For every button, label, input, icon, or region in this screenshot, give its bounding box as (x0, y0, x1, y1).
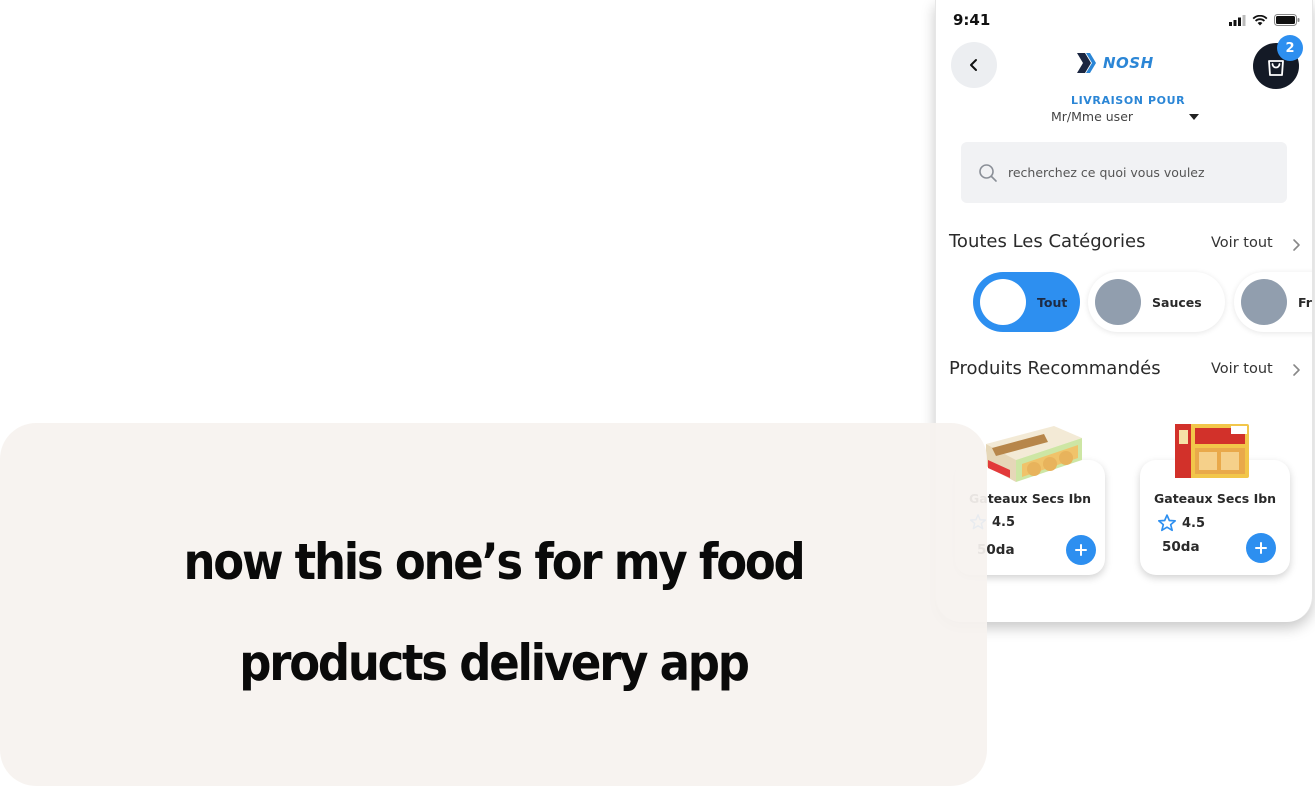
search-input[interactable] (1008, 165, 1268, 180)
category-label: Tout (1037, 294, 1068, 310)
product-name: Gateaux Secs Ibn (1154, 491, 1277, 506)
phone-screen: 9:41 NOSH 2 LIVRAISON POUR Mr/Mme user r… (935, 0, 1313, 622)
logo-text: NOSH (1103, 54, 1154, 72)
categories-see-all-link[interactable]: Voir tout (1211, 235, 1273, 251)
caption-text: now this one’s for my food products deli… (183, 533, 805, 692)
app-logo: NOSH (1076, 52, 1154, 74)
battery-icon (1274, 14, 1300, 26)
plus-icon (1075, 544, 1087, 556)
product-name: Gateaux Secs Ibn (969, 491, 1092, 506)
delivery-label: LIVRAISON POUR (1071, 94, 1186, 107)
category-chip-fr[interactable]: Fr (1234, 272, 1312, 332)
product-image (986, 426, 1082, 482)
plus-icon (1255, 542, 1267, 554)
category-chip-sauces[interactable]: Sauces (1088, 272, 1225, 332)
category-label: Fr (1298, 294, 1312, 310)
recommended-title: Produits Recommandés (949, 358, 1161, 379)
logo-mark-icon (1077, 53, 1096, 73)
chevron-left-icon (970, 59, 977, 71)
rating-value: 4.5 (992, 514, 1016, 530)
star-icon (1158, 514, 1176, 532)
recommended-see-all-link[interactable]: Voir tout (1211, 361, 1273, 377)
cart-count-badge: 2 (1277, 35, 1303, 61)
product-price: 50da (1162, 539, 1200, 555)
add-to-cart-button[interactable] (1246, 533, 1276, 563)
product-image (1175, 424, 1249, 478)
add-to-cart-button[interactable] (1066, 535, 1096, 565)
search-icon (978, 163, 998, 183)
wifi-icon (1252, 14, 1268, 25)
categories-title: Toutes Les Catégories (949, 231, 1146, 252)
product-rating: 4.5 (1157, 513, 1205, 533)
status-icons (1229, 14, 1300, 26)
category-label: Sauces (1152, 294, 1202, 310)
chevron-right-icon[interactable] (1292, 238, 1301, 252)
search-bar[interactable] (961, 142, 1287, 203)
chevron-right-icon[interactable] (1292, 363, 1301, 377)
stage: 9:41 NOSH 2 LIVRAISON POUR Mr/Mme user r… (0, 0, 1315, 786)
status-time: 9:41 (953, 11, 991, 29)
category-chip-tout[interactable]: Tout (973, 272, 1080, 332)
back-button[interactable] (951, 42, 997, 88)
caret-down-icon[interactable] (1189, 114, 1199, 120)
delivery-user-select[interactable]: Mr/Mme user (1051, 109, 1133, 124)
rating-value: 4.5 (1182, 515, 1206, 531)
category-image (980, 279, 1026, 325)
category-image (1241, 279, 1287, 325)
category-image (1095, 279, 1141, 325)
signal-icon (1229, 14, 1246, 26)
